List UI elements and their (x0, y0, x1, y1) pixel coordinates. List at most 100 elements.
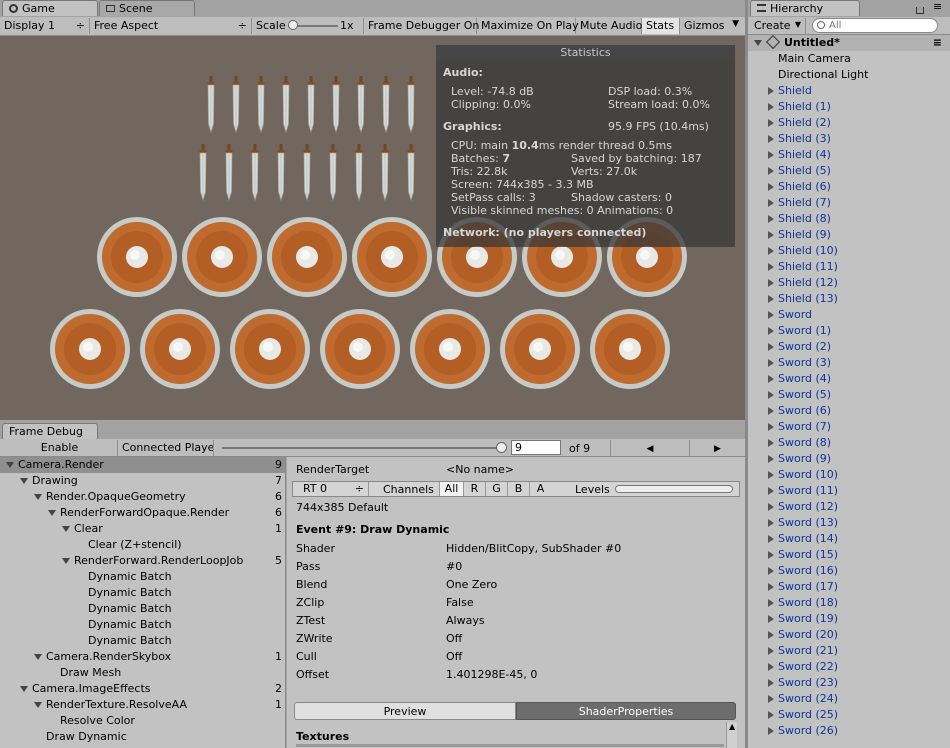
expand-arrow-icon[interactable] (768, 391, 774, 399)
gizmos-dropdown[interactable]: Gizmos ▼ (680, 18, 745, 34)
hierarchy-item[interactable]: Shield (11) (748, 259, 950, 275)
menu-icon[interactable]: ≡ (933, 0, 942, 13)
hierarchy-item[interactable]: Sword (24) (748, 691, 950, 707)
expand-arrow-icon[interactable] (768, 135, 774, 143)
expand-arrow-icon[interactable] (768, 327, 774, 335)
expand-arrow-icon[interactable] (768, 663, 774, 671)
expand-arrow-icon[interactable] (768, 119, 774, 127)
expand-arrow-icon[interactable] (6, 462, 14, 468)
create-dropdown[interactable]: Create ▼ (750, 18, 806, 34)
expand-arrow-icon[interactable] (768, 263, 774, 271)
hierarchy-item[interactable]: Sword (23) (748, 675, 950, 691)
frame-debugger-toggle[interactable]: Frame Debugger On (364, 18, 479, 34)
event-tree-row[interactable]: Render.OpaqueGeometry 6 (0, 489, 285, 505)
event-tree-row[interactable]: Dynamic Batch (0, 633, 285, 649)
stats-toggle[interactable]: Stats (642, 18, 680, 34)
expand-arrow-icon[interactable] (20, 478, 28, 484)
hierarchy-search[interactable] (812, 18, 938, 33)
hierarchy-item[interactable]: Shield (8) (748, 211, 950, 227)
hierarchy-item[interactable]: Shield (2) (748, 115, 950, 131)
event-tree-row[interactable]: RenderForward.RenderLoopJob 5 (0, 553, 285, 569)
hierarchy-search-input[interactable] (829, 19, 929, 32)
expand-arrow-icon[interactable] (768, 167, 774, 175)
expand-arrow-icon[interactable] (768, 679, 774, 687)
connected-player-dropdown[interactable]: Connected Playe (118, 440, 214, 456)
mute-audio-toggle[interactable]: Mute Audio (576, 18, 642, 34)
hierarchy-item[interactable]: Sword (8) (748, 435, 950, 451)
hierarchy-item[interactable]: Shield (6) (748, 179, 950, 195)
expand-arrow-icon[interactable] (34, 654, 42, 660)
enable-button[interactable]: Enable (2, 440, 118, 456)
expand-arrow-icon[interactable] (62, 526, 70, 532)
hierarchy-item[interactable]: Shield (1) (748, 99, 950, 115)
expand-arrow-icon[interactable] (768, 151, 774, 159)
event-tree-row[interactable]: Draw Mesh (0, 665, 285, 681)
hierarchy-item[interactable]: Shield (5) (748, 163, 950, 179)
expand-arrow-icon[interactable] (48, 510, 56, 516)
expand-arrow-icon[interactable] (62, 558, 70, 564)
expand-arrow-icon[interactable] (768, 407, 774, 415)
expand-arrow-icon[interactable] (34, 702, 42, 708)
hierarchy-item[interactable]: Shield (9) (748, 227, 950, 243)
aspect-dropdown[interactable]: Free Aspect ÷ (90, 18, 252, 34)
hierarchy-item[interactable]: Main Camera (748, 51, 950, 67)
hierarchy-item[interactable]: Sword (19) (748, 611, 950, 627)
expand-arrow-icon[interactable] (768, 87, 774, 95)
preview-tab-button[interactable]: Preview (294, 702, 516, 720)
expand-arrow-icon[interactable] (768, 567, 774, 575)
expand-arrow-icon[interactable] (768, 311, 774, 319)
shader-properties-tab-button[interactable]: ShaderProperties (516, 702, 736, 720)
channel-button-r[interactable]: R (463, 482, 485, 496)
event-tree-row[interactable]: Camera.Render 9 (0, 457, 285, 473)
expand-arrow-icon[interactable] (768, 343, 774, 351)
prev-event-button[interactable]: ◀ (610, 440, 690, 456)
expand-arrow-icon[interactable] (768, 423, 774, 431)
channel-button-g[interactable]: G (485, 482, 507, 496)
hierarchy-item[interactable]: Sword (21) (748, 643, 950, 659)
expand-arrow-icon[interactable] (768, 599, 774, 607)
hierarchy-item[interactable]: Shield (748, 83, 950, 99)
scene-row[interactable]: Untitled* ≡ (748, 35, 950, 51)
event-tree-row[interactable]: RenderForwardOpaque.Render 6 (0, 505, 285, 521)
hierarchy-item[interactable]: Sword (10) (748, 467, 950, 483)
expand-arrow-icon[interactable] (768, 295, 774, 303)
hierarchy-item[interactable]: Sword (14) (748, 531, 950, 547)
tab-frame-debug[interactable]: Frame Debug (2, 423, 98, 439)
expand-arrow-icon[interactable] (768, 471, 774, 479)
event-tree-row[interactable]: RenderTexture.ResolveAA 1 (0, 697, 285, 713)
hierarchy-item[interactable]: Sword (20) (748, 627, 950, 643)
expand-arrow-icon[interactable] (768, 551, 774, 559)
hierarchy-item[interactable]: Sword (5) (748, 387, 950, 403)
display-dropdown[interactable]: Display 1 ÷ (0, 18, 90, 34)
expand-arrow-icon[interactable] (768, 279, 774, 287)
event-tree-row[interactable]: Clear (Z+stencil) (0, 537, 285, 553)
hierarchy-item[interactable]: Shield (13) (748, 291, 950, 307)
hierarchy-item[interactable]: Sword (4) (748, 371, 950, 387)
game-viewport[interactable]: Statistics Audio: Level: -74.8 dB DSP lo… (0, 36, 745, 420)
expand-arrow[interactable] (754, 40, 762, 46)
tab-scene[interactable]: Scene (99, 0, 195, 16)
shader-props-scrollbar[interactable]: ▲ (726, 722, 737, 748)
expand-arrow-icon[interactable] (768, 631, 774, 639)
event-tree-row[interactable]: Draw Dynamic (0, 729, 285, 745)
hierarchy-item[interactable]: Sword (9) (748, 451, 950, 467)
event-tree-row[interactable]: Dynamic Batch (0, 601, 285, 617)
levels-slider[interactable] (615, 485, 733, 493)
hierarchy-item[interactable]: Shield (10) (748, 243, 950, 259)
event-tree-row[interactable]: Dynamic Batch (0, 617, 285, 633)
event-slider-handle[interactable] (496, 442, 507, 453)
event-tree-row[interactable]: Dynamic Batch (0, 569, 285, 585)
hierarchy-item[interactable]: Directional Light (748, 67, 950, 83)
expand-arrow-icon[interactable] (768, 183, 774, 191)
hierarchy-item[interactable]: Shield (12) (748, 275, 950, 291)
hierarchy-item[interactable]: Sword (748, 307, 950, 323)
expand-arrow-icon[interactable] (768, 359, 774, 367)
event-tree-row[interactable]: Camera.ImageEffects 2 (0, 681, 285, 697)
event-tree-row[interactable]: Drawing 7 (0, 473, 285, 489)
expand-arrow-icon[interactable] (768, 439, 774, 447)
scale-slider-handle[interactable] (288, 20, 298, 30)
hierarchy-item[interactable]: Sword (2) (748, 339, 950, 355)
tab-hierarchy[interactable]: Hierarchy (750, 0, 860, 16)
expand-arrow-icon[interactable] (768, 247, 774, 255)
channel-button-a[interactable]: A (529, 482, 551, 496)
